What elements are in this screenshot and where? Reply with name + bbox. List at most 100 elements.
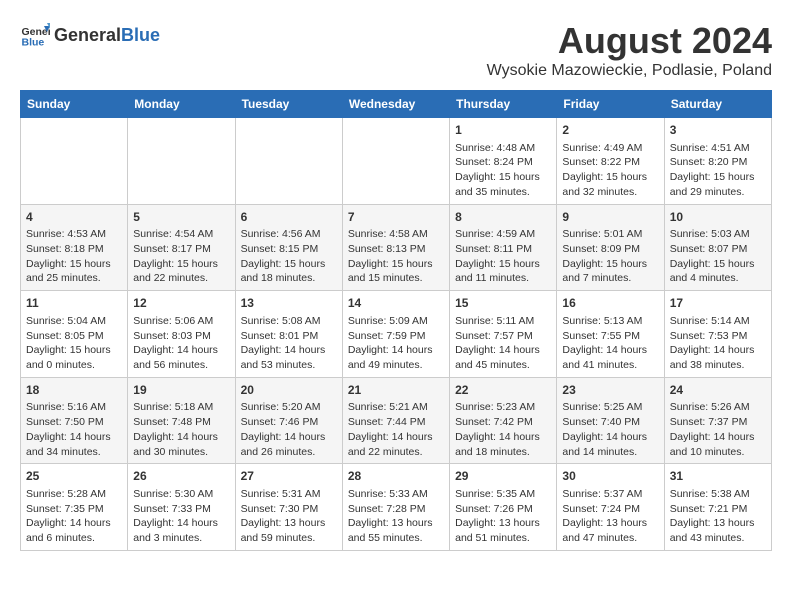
day-number: 22 [455,382,551,399]
day-info: Sunrise: 5:09 AM Sunset: 7:59 PM Dayligh… [348,314,444,373]
calendar-cell: 28Sunrise: 5:33 AM Sunset: 7:28 PM Dayli… [342,464,449,551]
day-info: Sunrise: 4:54 AM Sunset: 8:17 PM Dayligh… [133,227,229,286]
day-info: Sunrise: 5:28 AM Sunset: 7:35 PM Dayligh… [26,487,122,546]
calendar-week-4: 18Sunrise: 5:16 AM Sunset: 7:50 PM Dayli… [21,377,772,464]
svg-text:Blue: Blue [22,37,45,49]
calendar-cell: 19Sunrise: 5:18 AM Sunset: 7:48 PM Dayli… [128,377,235,464]
day-info: Sunrise: 5:25 AM Sunset: 7:40 PM Dayligh… [562,400,658,459]
day-number: 25 [26,468,122,485]
day-info: Sunrise: 5:04 AM Sunset: 8:05 PM Dayligh… [26,314,122,373]
day-info: Sunrise: 4:58 AM Sunset: 8:13 PM Dayligh… [348,227,444,286]
calendar-week-5: 25 Sunrise: 5:28 AM Sunset: 7:35 PM Dayli… [21,464,772,551]
calendar-cell: 1 Sunrise: 4:48 AM Sunset: 8:24 PM Daylig… [450,118,557,205]
day-number: 31 [670,468,766,485]
calendar-cell: 10Sunrise: 5:03 AM Sunset: 8:07 PM Dayli… [664,204,771,291]
day-number: 2 [562,122,658,139]
calendar-cell: 8Sunrise: 4:59 AM Sunset: 8:11 PM Daylig… [450,204,557,291]
calendar-week-2: 4Sunrise: 4:53 AM Sunset: 8:18 PM Daylig… [21,204,772,291]
day-info: Sunrise: 5:38 AM Sunset: 7:21 PM Dayligh… [670,487,766,546]
calendar-table: SundayMondayTuesdayWednesdayThursdayFrid… [20,90,772,551]
page-subtitle: Wysokie Mazowieckie, Podlasie, Poland [487,62,772,80]
calendar-cell: 15Sunrise: 5:11 AM Sunset: 7:57 PM Dayli… [450,291,557,378]
day-number: 1 [455,122,551,139]
day-number: 27 [241,468,337,485]
weekday-header-wednesday: Wednesday [342,91,449,118]
weekday-header-friday: Friday [557,91,664,118]
day-info: Sunrise: 4:53 AM Sunset: 8:18 PM Dayligh… [26,227,122,286]
day-number: 7 [348,209,444,226]
day-number: 17 [670,295,766,312]
day-info: Sunrise: 4:48 AM Sunset: 8:24 PM Dayligh… [455,141,551,200]
logo-icon: General Blue [20,20,50,50]
day-info: Sunrise: 5:16 AM Sunset: 7:50 PM Dayligh… [26,400,122,459]
day-number: 12 [133,295,229,312]
day-number: 10 [670,209,766,226]
day-number: 5 [133,209,229,226]
calendar-cell: 7Sunrise: 4:58 AM Sunset: 8:13 PM Daylig… [342,204,449,291]
calendar-cell [128,118,235,205]
day-info: Sunrise: 5:01 AM Sunset: 8:09 PM Dayligh… [562,227,658,286]
weekday-header-sunday: Sunday [21,91,128,118]
calendar-cell: 11Sunrise: 5:04 AM Sunset: 8:05 PM Dayli… [21,291,128,378]
calendar-cell: 23Sunrise: 5:25 AM Sunset: 7:40 PM Dayli… [557,377,664,464]
calendar-cell: 27Sunrise: 5:31 AM Sunset: 7:30 PM Dayli… [235,464,342,551]
calendar-cell: 31 Sunrise: 5:38 AM Sunset: 7:21 PM Dayli… [664,464,771,551]
day-info: Sunrise: 4:56 AM Sunset: 8:15 PM Dayligh… [241,227,337,286]
calendar-week-1: 1 Sunrise: 4:48 AM Sunset: 8:24 PM Daylig… [21,118,772,205]
calendar-cell: 16Sunrise: 5:13 AM Sunset: 7:55 PM Dayli… [557,291,664,378]
calendar-cell: 13Sunrise: 5:08 AM Sunset: 8:01 PM Dayli… [235,291,342,378]
logo-blue-text: Blue [121,25,160,46]
weekday-header-monday: Monday [128,91,235,118]
day-number: 13 [241,295,337,312]
weekday-header-saturday: Saturday [664,91,771,118]
calendar-cell: 21Sunrise: 5:21 AM Sunset: 7:44 PM Dayli… [342,377,449,464]
calendar-cell [235,118,342,205]
calendar-cell [342,118,449,205]
page-header: General Blue GeneralBlue August 2024 Wys… [20,20,772,80]
day-info: Sunrise: 5:33 AM Sunset: 7:28 PM Dayligh… [348,487,444,546]
calendar-cell: 29Sunrise: 5:35 AM Sunset: 7:26 PM Dayli… [450,464,557,551]
day-number: 15 [455,295,551,312]
day-info: Sunrise: 5:23 AM Sunset: 7:42 PM Dayligh… [455,400,551,459]
day-info: Sunrise: 4:49 AM Sunset: 8:22 PM Dayligh… [562,141,658,200]
day-number: 3 [670,122,766,139]
calendar-cell: 17Sunrise: 5:14 AM Sunset: 7:53 PM Dayli… [664,291,771,378]
weekday-header-row: SundayMondayTuesdayWednesdayThursdayFrid… [21,91,772,118]
day-number: 26 [133,468,229,485]
calendar-cell: 3Sunrise: 4:51 AM Sunset: 8:20 PM Daylig… [664,118,771,205]
day-number: 4 [26,209,122,226]
day-number: 9 [562,209,658,226]
calendar-cell: 12Sunrise: 5:06 AM Sunset: 8:03 PM Dayli… [128,291,235,378]
calendar-week-3: 11Sunrise: 5:04 AM Sunset: 8:05 PM Dayli… [21,291,772,378]
calendar-cell: 26Sunrise: 5:30 AM Sunset: 7:33 PM Dayli… [128,464,235,551]
weekday-header-thursday: Thursday [450,91,557,118]
day-info: Sunrise: 5:18 AM Sunset: 7:48 PM Dayligh… [133,400,229,459]
calendar-cell: 4Sunrise: 4:53 AM Sunset: 8:18 PM Daylig… [21,204,128,291]
page-title: August 2024 [487,20,772,62]
day-info: Sunrise: 5:13 AM Sunset: 7:55 PM Dayligh… [562,314,658,373]
day-number: 21 [348,382,444,399]
day-info: Sunrise: 4:59 AM Sunset: 8:11 PM Dayligh… [455,227,551,286]
weekday-header-tuesday: Tuesday [235,91,342,118]
day-number: 19 [133,382,229,399]
calendar-cell: 20Sunrise: 5:20 AM Sunset: 7:46 PM Dayli… [235,377,342,464]
day-info: Sunrise: 5:37 AM Sunset: 7:24 PM Dayligh… [562,487,658,546]
calendar-cell: 5Sunrise: 4:54 AM Sunset: 8:17 PM Daylig… [128,204,235,291]
day-number: 18 [26,382,122,399]
day-number: 20 [241,382,337,399]
calendar-cell [21,118,128,205]
day-number: 24 [670,382,766,399]
calendar-cell: 6Sunrise: 4:56 AM Sunset: 8:15 PM Daylig… [235,204,342,291]
day-info: Sunrise: 5:20 AM Sunset: 7:46 PM Dayligh… [241,400,337,459]
day-number: 23 [562,382,658,399]
calendar-cell: 25 Sunrise: 5:28 AM Sunset: 7:35 PM Dayli… [21,464,128,551]
calendar-cell: 9Sunrise: 5:01 AM Sunset: 8:09 PM Daylig… [557,204,664,291]
day-number: 6 [241,209,337,226]
calendar-cell: 18Sunrise: 5:16 AM Sunset: 7:50 PM Dayli… [21,377,128,464]
day-info: Sunrise: 5:26 AM Sunset: 7:37 PM Dayligh… [670,400,766,459]
calendar-cell: 30Sunrise: 5:37 AM Sunset: 7:24 PM Dayli… [557,464,664,551]
day-info: Sunrise: 5:21 AM Sunset: 7:44 PM Dayligh… [348,400,444,459]
day-info: Sunrise: 5:35 AM Sunset: 7:26 PM Dayligh… [455,487,551,546]
calendar-cell: 22Sunrise: 5:23 AM Sunset: 7:42 PM Dayli… [450,377,557,464]
day-number: 14 [348,295,444,312]
